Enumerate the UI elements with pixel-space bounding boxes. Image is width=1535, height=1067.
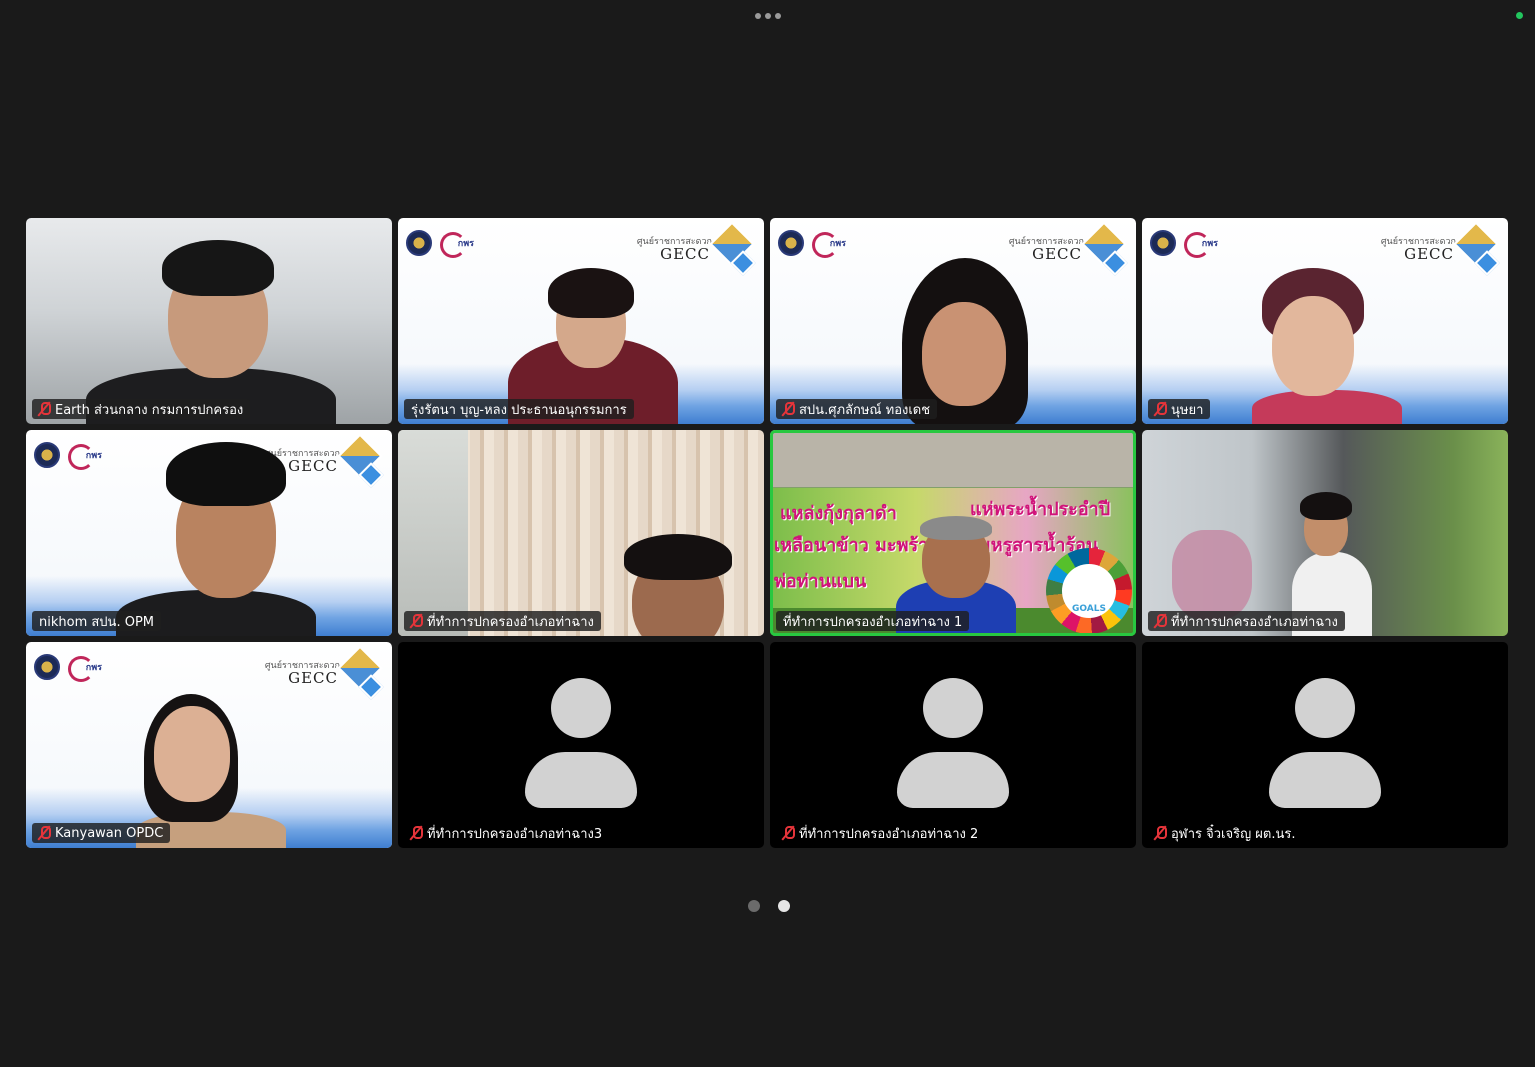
more-dot-icon bbox=[765, 13, 771, 19]
government-seal-icon bbox=[406, 230, 432, 256]
participant-tile[interactable]: อุฬาร จิ๋วเจริญ ผต.นร. bbox=[1142, 642, 1508, 848]
participant-name: อุฬาร จิ๋วเจริญ ผต.นร. bbox=[1171, 826, 1296, 842]
participant-name: รุ่งรัตนา บุญ-หลง ประธานอนุกรรมการ bbox=[411, 402, 627, 418]
participant-name-label: ที่ทำการปกครองอำเภอท่าฉาง 2 bbox=[776, 823, 985, 843]
default-avatar-icon bbox=[897, 678, 1009, 810]
participant-tile[interactable]: กพร ศูนย์ราชการสะดวก GECC รุ่งรัตนา บุญ-… bbox=[398, 218, 764, 424]
participant-name-label: รุ่งรัตนา บุญ-หลง ประธานอนุกรรมการ bbox=[404, 399, 634, 419]
opdc-logo-icon: กพร bbox=[1184, 231, 1218, 258]
sdg-logo-icon: GOALS bbox=[1046, 548, 1132, 634]
mic-muted-icon bbox=[37, 401, 51, 417]
participant-name: สปน.ศุภลักษณ์ ทองเดช bbox=[799, 402, 931, 418]
participant-name-label: ที่ทำการปกครองอำเภอท่าฉาง 1 bbox=[776, 611, 970, 631]
participant-name-label: nikhom สปน. OPM bbox=[32, 611, 161, 631]
mic-muted-icon bbox=[1153, 401, 1167, 417]
participant-name-label: Earth ส่วนกลาง กรมการปกครอง bbox=[32, 399, 251, 419]
gecc-logo: ศูนย์ราชการสะดวก GECC bbox=[1006, 221, 1128, 276]
participant-name-label: นุษยา bbox=[1148, 399, 1211, 419]
participant-name: Earth ส่วนกลาง กรมการปกครอง bbox=[55, 402, 244, 418]
participant-name: ที่ทำการปกครองอำเภอท่าฉาง bbox=[1171, 614, 1338, 630]
gecc-logo: ศูนย์ราชการสะดวก GECC bbox=[1378, 221, 1500, 276]
participant-name: nikhom สปน. OPM bbox=[39, 614, 154, 630]
government-seal-icon bbox=[34, 654, 60, 680]
org-logos: กพร bbox=[34, 654, 102, 682]
government-seal-icon bbox=[34, 442, 60, 468]
participant-name-label: Kanyawan OPDC bbox=[32, 823, 171, 843]
participant-name: ที่ทำการปกครองอำเภอท่าฉาง 2 bbox=[799, 826, 979, 842]
participant-tile[interactable]: กพร ศูนย์ราชการสะดวก GECC Kanyawan OPDC bbox=[26, 642, 392, 848]
participant-name: Kanyawan OPDC bbox=[55, 825, 164, 841]
participant-name: นุษยา bbox=[1171, 402, 1204, 418]
participant-tile[interactable]: ที่ทำการปกครองอำเภอท่าฉาง bbox=[1142, 430, 1508, 636]
participant-name: ที่ทำการปกครองอำเภอท่าฉาง bbox=[427, 614, 594, 630]
org-logos: กพร bbox=[34, 442, 102, 470]
opdc-logo-icon: กพร bbox=[68, 443, 102, 470]
connection-status-indicator bbox=[1516, 12, 1523, 19]
gallery-pagination bbox=[748, 900, 790, 912]
org-logos: กพร bbox=[778, 230, 846, 258]
more-dot-icon bbox=[755, 13, 761, 19]
gecc-logo: ศูนย์ราชการสะดวก GECC bbox=[634, 221, 756, 276]
more-options-button[interactable] bbox=[750, 8, 786, 24]
mic-muted-icon bbox=[1153, 613, 1167, 629]
default-avatar-icon bbox=[1269, 678, 1381, 810]
page-dot-1[interactable] bbox=[748, 900, 760, 912]
opdc-logo-icon: กพร bbox=[68, 655, 102, 682]
video-gallery-grid: Earth ส่วนกลาง กรมการปกครอง กพร ศูนย์ราช… bbox=[26, 218, 1508, 848]
mic-muted-icon bbox=[409, 825, 423, 841]
participant-tile[interactable]: กพร ศูนย์ราชการสะดวก GECC นุษยา bbox=[1142, 218, 1508, 424]
participant-tile[interactable]: กพร ศูนย์ราชการสะดวก GECC สปน.ศุภลักษณ์ … bbox=[770, 218, 1136, 424]
participant-tile[interactable]: กพร ศูนย์ราชการสะดวก GECC nikhom สปน. OP… bbox=[26, 430, 392, 636]
mic-muted-icon bbox=[37, 825, 51, 841]
participant-tile[interactable]: Earth ส่วนกลาง กรมการปกครอง bbox=[26, 218, 392, 424]
participant-tile[interactable]: ที่ทำการปกครองอำเภอท่าฉาง 2 bbox=[770, 642, 1136, 848]
org-logos: กพร bbox=[406, 230, 474, 258]
mic-muted-icon bbox=[1153, 825, 1167, 841]
participant-name: ที่ทำการปกครองอำเภอท่าฉาง3 bbox=[427, 826, 603, 842]
government-seal-icon bbox=[778, 230, 804, 256]
participant-tile[interactable]: ที่ทำการปกครองอำเภอท่าฉาง bbox=[398, 430, 764, 636]
participant-name-label: สปน.ศุภลักษณ์ ทองเดช bbox=[776, 399, 938, 419]
page-dot-2-active[interactable] bbox=[778, 900, 790, 912]
mic-muted-icon bbox=[781, 401, 795, 417]
mic-muted-icon bbox=[409, 613, 423, 629]
participant-name: ที่ทำการปกครองอำเภอท่าฉาง 1 bbox=[783, 614, 963, 630]
mic-muted-icon bbox=[781, 825, 795, 841]
participant-tile[interactable]: ที่ทำการปกครองอำเภอท่าฉาง3 bbox=[398, 642, 764, 848]
opdc-logo-icon: กพร bbox=[812, 231, 846, 258]
participant-name-label: ที่ทำการปกครองอำเภอท่าฉาง bbox=[404, 611, 601, 631]
opdc-logo-icon: กพร bbox=[440, 231, 474, 258]
gecc-logo: ศูนย์ราชการสะดวก GECC bbox=[262, 645, 384, 700]
participant-name-label: อุฬาร จิ๋วเจริญ ผต.นร. bbox=[1148, 823, 1302, 843]
government-seal-icon bbox=[1150, 230, 1176, 256]
participant-tile-active-speaker[interactable]: แหล่งกุ้งกุลาดำ แห่พระน้ำประอำปี เหลือนา… bbox=[770, 430, 1136, 636]
participant-name-label: ที่ทำการปกครองอำเภอท่าฉาง3 bbox=[404, 823, 609, 843]
participant-name-label: ที่ทำการปกครองอำเภอท่าฉาง bbox=[1148, 611, 1345, 631]
org-logos: กพร bbox=[1150, 230, 1218, 258]
default-avatar-icon bbox=[525, 678, 637, 810]
more-dot-icon bbox=[775, 13, 781, 19]
